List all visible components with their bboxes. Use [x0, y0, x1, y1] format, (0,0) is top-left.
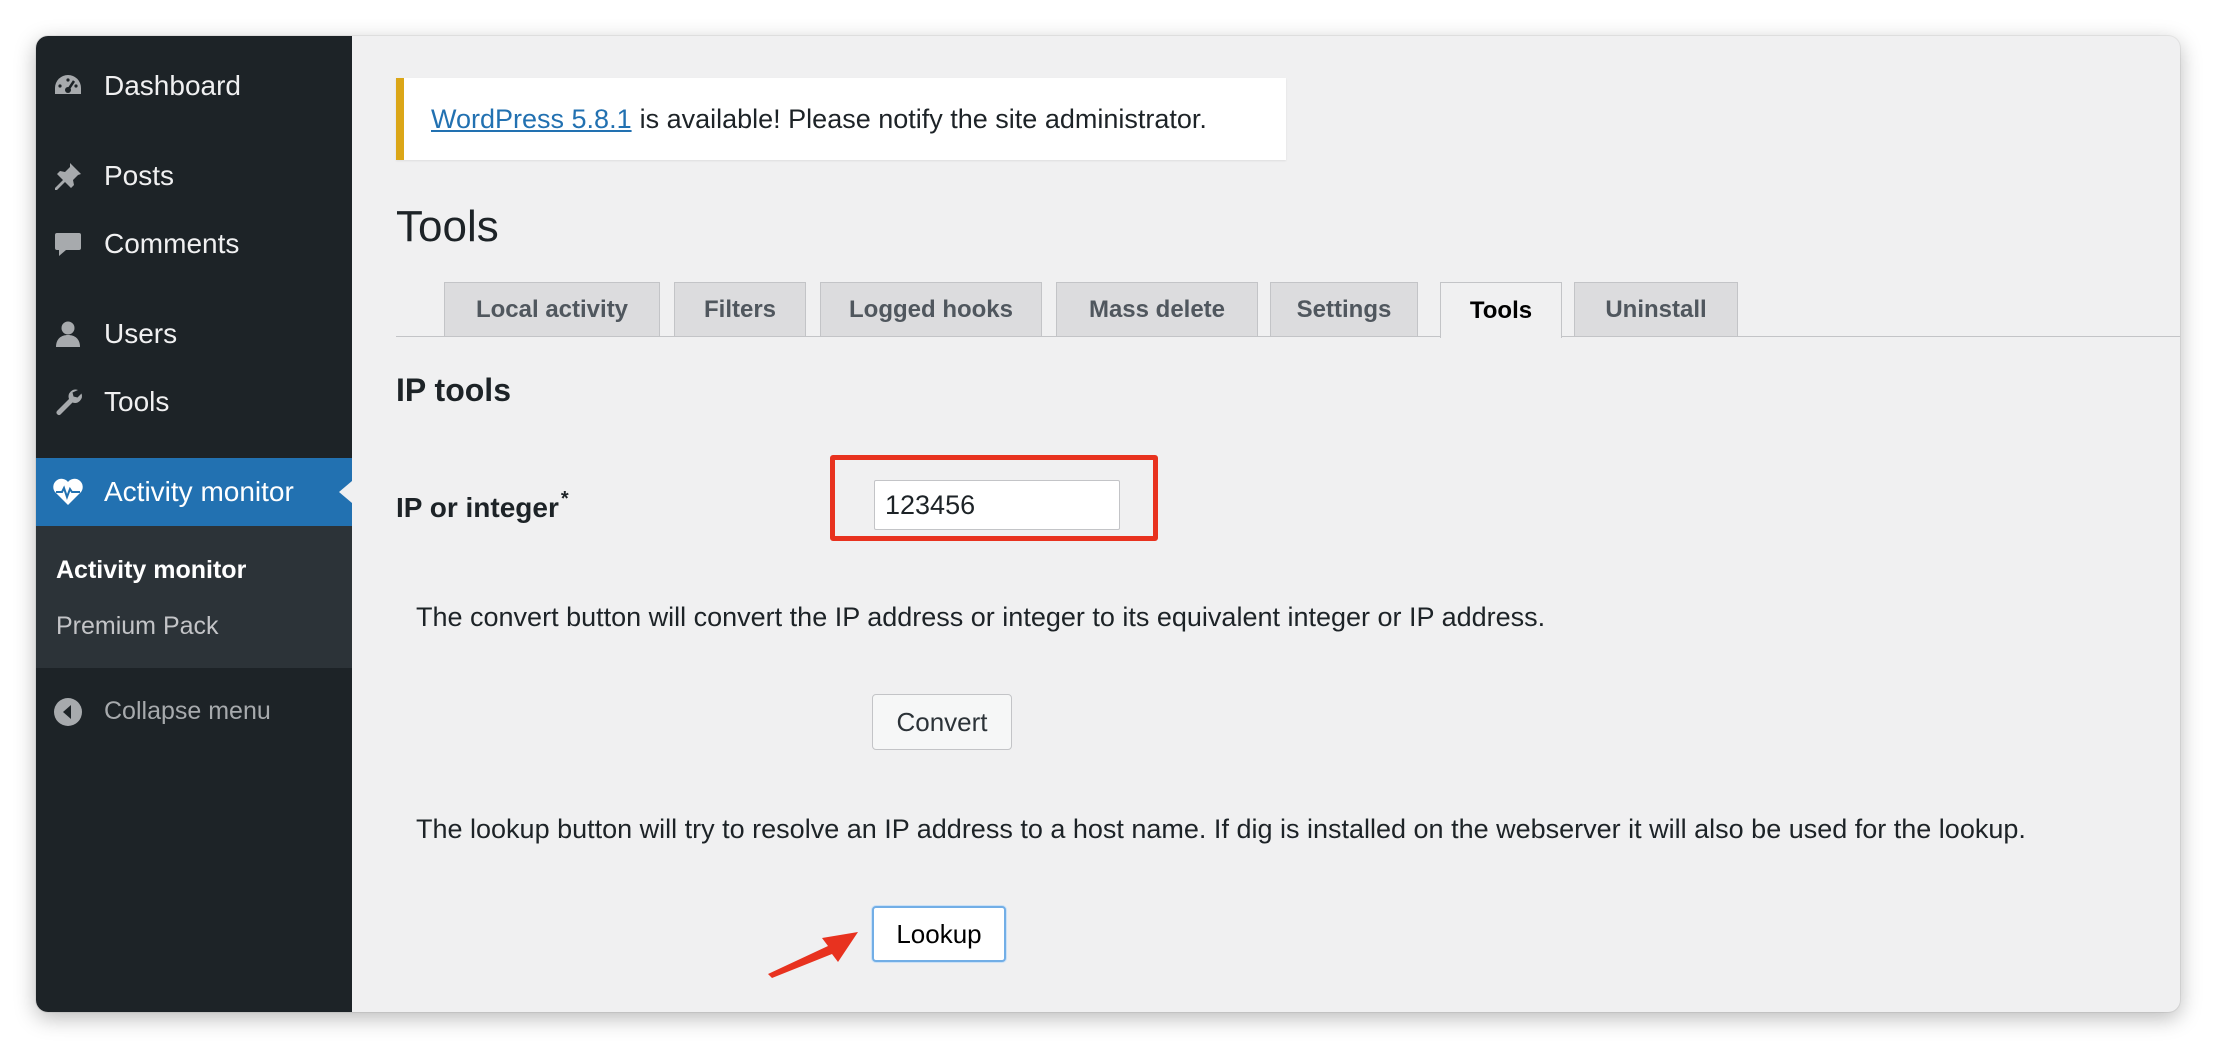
tab-filters[interactable]: Filters — [674, 282, 806, 336]
active-indicator — [339, 481, 352, 503]
sidebar-item-label: Activity monitor — [104, 476, 294, 507]
submenu-item-activity-monitor[interactable]: Activity monitor — [56, 556, 246, 585]
dashboard-icon — [50, 68, 86, 104]
convert-description: The convert button will convert the IP a… — [416, 602, 1546, 632]
heart-pulse-icon — [50, 474, 86, 510]
notice-text: is available! Please notify the site adm… — [639, 103, 1207, 134]
main-content: WordPress 5.8.1 is available! Please not… — [352, 36, 2180, 1012]
pin-icon — [50, 158, 86, 194]
comment-icon — [50, 226, 86, 262]
tab-mass-delete[interactable]: Mass delete — [1056, 282, 1258, 336]
section-title: IP tools — [396, 372, 511, 408]
sidebar-item-comments[interactable]: Comments — [36, 216, 352, 272]
convert-button[interactable]: Convert — [872, 694, 1012, 750]
browser-window: Dashboard Posts Comments Users Tools Act… — [36, 36, 2180, 1012]
user-icon — [50, 316, 86, 352]
collapse-menu-label: Collapse menu — [104, 697, 271, 725]
sidebar-item-label: Posts — [104, 160, 175, 191]
collapse-arrow-icon — [50, 694, 86, 730]
ip-field-label: IP or integer * — [396, 488, 569, 524]
lookup-button[interactable]: Lookup — [872, 906, 1006, 962]
tab-uninstall[interactable]: Uninstall — [1574, 282, 1738, 336]
sidebar-item-label: Tools — [104, 386, 170, 417]
sidebar-item-label: Dashboard — [104, 70, 241, 101]
sidebar-item-activity-monitor[interactable]: Activity monitor — [36, 458, 352, 526]
tab-settings[interactable]: Settings — [1270, 282, 1418, 336]
collapse-menu-button[interactable]: Collapse menu — [36, 684, 352, 740]
tabs-divider — [396, 336, 2180, 337]
admin-sidebar: Dashboard Posts Comments Users Tools Act… — [36, 36, 352, 1012]
sidebar-item-tools[interactable]: Tools — [36, 374, 352, 430]
lookup-description: The lookup button will try to resolve an… — [416, 814, 2026, 844]
ip-field-label-text: IP or integer — [396, 492, 559, 523]
tab-local-activity[interactable]: Local activity — [444, 282, 660, 336]
annotation-arrow-icon — [768, 932, 858, 978]
required-marker: * — [560, 488, 569, 510]
sidebar-item-posts[interactable]: Posts — [36, 148, 352, 204]
update-notice: WordPress 5.8.1 is available! Please not… — [396, 78, 1286, 160]
tab-logged-hooks[interactable]: Logged hooks — [820, 282, 1042, 336]
submenu-item-premium-pack[interactable]: Premium Pack — [56, 612, 219, 641]
wordpress-update-link[interactable]: WordPress 5.8.1 — [431, 104, 632, 135]
sidebar-item-label: Comments — [104, 228, 240, 259]
ip-input[interactable] — [874, 480, 1120, 530]
wrench-icon — [50, 384, 86, 420]
sidebar-item-dashboard[interactable]: Dashboard — [36, 58, 352, 114]
sidebar-item-users[interactable]: Users — [36, 306, 352, 362]
tab-tools[interactable]: Tools — [1440, 282, 1562, 338]
sidebar-item-label: Users — [104, 318, 178, 349]
sidebar-submenu: Activity monitor Premium Pack — [36, 526, 352, 668]
page-title: Tools — [396, 202, 499, 251]
